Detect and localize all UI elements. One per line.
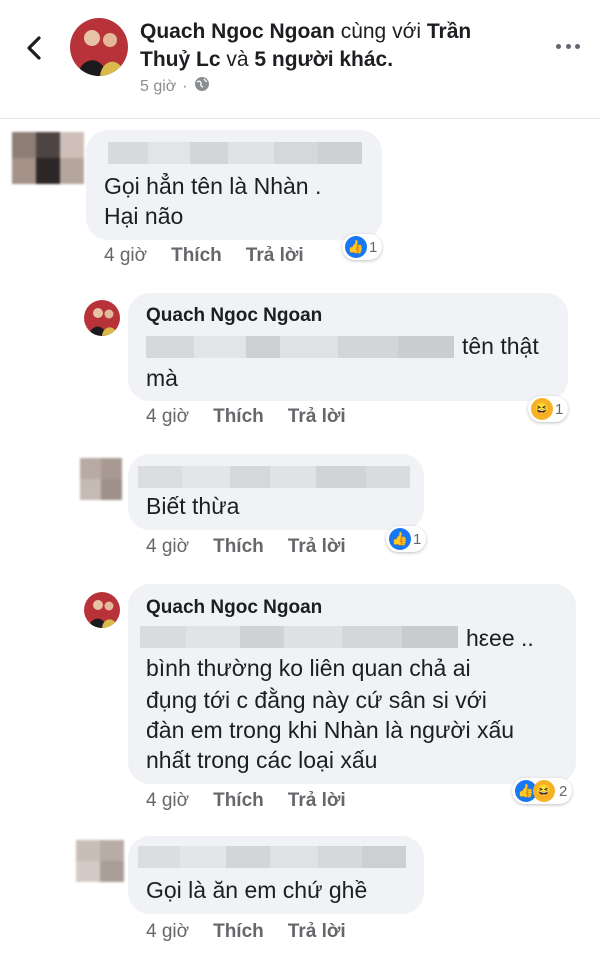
comment-time[interactable]: 4 giờ	[146, 536, 189, 558]
with-text: cùng với	[340, 20, 422, 43]
comment-actions: 4 giờ Thích Trả lời	[146, 536, 370, 558]
post-title: Quach Ngoc Ngoan cùng với Trần Thuỷ Lc v…	[140, 18, 520, 74]
comment-text: đàn em trong khi Nhàn là người xấu	[146, 717, 515, 743]
post-header: Quach Ngoc Ngoan cùng với Trần Thuỷ Lc v…	[0, 0, 600, 119]
reaction-summary[interactable]: 👍 1	[386, 526, 427, 552]
post-meta: 5 giờ ·	[140, 76, 210, 97]
comment-text: Gọi là ăn em chứ ghề	[146, 877, 368, 903]
reply-button[interactable]: Trả lời	[288, 536, 346, 558]
like-reaction-icon: 👍	[345, 236, 367, 258]
comment-text: tên thật	[462, 333, 539, 359]
commenter-avatar-blurred[interactable]	[76, 840, 124, 882]
commenter-avatar-blurred[interactable]	[80, 458, 122, 500]
haha-reaction-icon: 😆	[531, 398, 553, 420]
dot-separator: ·	[182, 77, 188, 95]
like-reaction-icon: 👍	[389, 528, 411, 550]
comment-actions: 4 giờ Thích Trả lời	[104, 245, 328, 267]
and-text: và	[226, 48, 249, 71]
comment-time[interactable]: 4 giờ	[146, 790, 189, 812]
comment-actions: 4 giờ Thích Trả lời	[146, 790, 370, 812]
comment-text: đụng tới c đằng này cứ sân si với	[146, 687, 487, 713]
comment-text: hεee ..	[466, 625, 534, 651]
back-arrow-icon[interactable]	[20, 34, 48, 62]
blurred-commenter-name	[138, 846, 406, 868]
reaction-summary[interactable]: 👍 😆 2	[512, 778, 573, 804]
post-time[interactable]: 5 giờ	[140, 78, 176, 96]
comment-text: nhất trong các loại xấu	[146, 747, 378, 773]
reply-avatar[interactable]	[84, 300, 120, 336]
more-options-icon[interactable]	[556, 36, 580, 56]
reply-button[interactable]: Trả lời	[288, 921, 346, 943]
haha-reaction-icon: 😆	[533, 780, 555, 802]
reply-button[interactable]: Trả lời	[288, 406, 346, 428]
comment-text: Gọi hẳn tên là Nhàn .	[104, 173, 322, 199]
reaction-count: 1	[413, 530, 422, 548]
globe-icon	[194, 76, 210, 97]
comment-actions: 4 giờ Thích Trả lời	[146, 921, 370, 943]
reply-author[interactable]: Quach Ngoc Ngoan	[146, 597, 322, 619]
reply-avatar[interactable]	[84, 592, 120, 628]
comment-text: Hại não	[104, 203, 184, 229]
poster-avatar[interactable]	[70, 18, 128, 76]
like-button[interactable]: Thích	[213, 790, 264, 812]
others-link[interactable]: 5 người khác.	[254, 48, 393, 71]
blurred-text	[146, 336, 454, 358]
reaction-count: 1	[369, 238, 378, 256]
comment-actions: 4 giờ Thích Trả lời	[146, 406, 370, 428]
reaction-summary[interactable]: 😆 1	[528, 396, 569, 422]
like-button[interactable]: Thích	[213, 921, 264, 943]
reaction-count: 1	[555, 400, 564, 418]
comment-text: Biết thừa	[146, 493, 240, 519]
like-button[interactable]: Thích	[213, 536, 264, 558]
comment-text: bình thường ko liên quan chả ai	[146, 655, 471, 681]
blurred-text	[140, 626, 458, 648]
reaction-count: 2	[559, 782, 568, 800]
poster-name[interactable]: Quach Ngoc Ngoan	[140, 20, 335, 43]
like-button[interactable]: Thích	[213, 406, 264, 428]
commenter-avatar-blurred[interactable]	[12, 132, 84, 184]
comment-text: mà	[146, 365, 178, 391]
reply-button[interactable]: Trả lời	[246, 245, 304, 267]
blurred-commenter-name	[108, 142, 362, 164]
like-button[interactable]: Thích	[171, 245, 222, 267]
reaction-summary[interactable]: 👍 1	[342, 234, 383, 260]
comment-time[interactable]: 4 giờ	[146, 921, 189, 943]
comment-time[interactable]: 4 giờ	[104, 245, 147, 267]
reply-button[interactable]: Trả lời	[288, 790, 346, 812]
comment-time[interactable]: 4 giờ	[146, 406, 189, 428]
blurred-commenter-name	[138, 466, 410, 488]
reply-author[interactable]: Quach Ngoc Ngoan	[146, 305, 322, 327]
